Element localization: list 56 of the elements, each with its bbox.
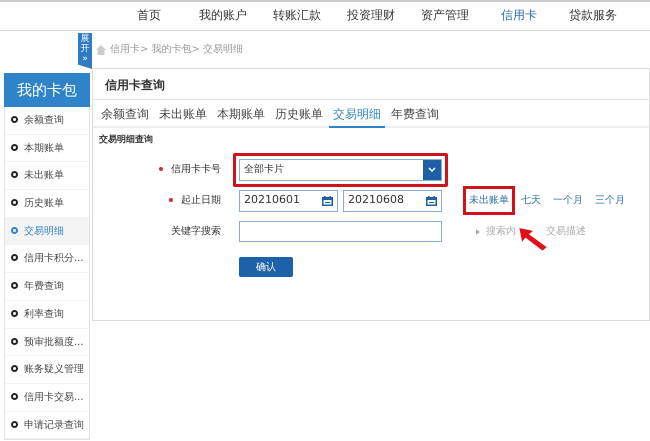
- calendar-icon[interactable]: [426, 196, 437, 206]
- bullet-icon: [11, 338, 18, 344]
- bullet-icon: [11, 116, 18, 123]
- bullet-icon: [11, 420, 18, 428]
- tab[interactable]: 本期账单: [213, 102, 269, 128]
- breadcrumb: 信用卡> 我的卡包> 交易明细: [110, 42, 244, 57]
- tab[interactable]: 历史账单: [271, 102, 327, 128]
- nav-item[interactable]: 信用卡: [482, 2, 556, 30]
- range-link[interactable]: 未出账单: [463, 186, 515, 215]
- sidebar-item[interactable]: 本期账单: [5, 134, 89, 162]
- tab[interactable]: 年费查询: [387, 102, 443, 128]
- tab[interactable]: 交易明细: [329, 102, 385, 128]
- calendar-icon[interactable]: [322, 196, 333, 206]
- bullet-icon: [11, 310, 18, 317]
- tab[interactable]: 余额查询: [97, 102, 153, 128]
- nav-item[interactable]: 转账汇款: [260, 2, 334, 30]
- bullet-icon: [11, 171, 18, 178]
- keyword-field[interactable]: [239, 221, 442, 242]
- section-title: 交易明细查询: [98, 133, 154, 147]
- sidebar-item[interactable]: 预审批额度...: [5, 328, 89, 356]
- expand-icon: [476, 228, 480, 234]
- bullet-icon: [11, 365, 18, 372]
- sidebar-item[interactable]: 利率查询: [5, 300, 89, 328]
- hint-text: 交易描述: [546, 224, 586, 239]
- range-link[interactable]: 七天: [515, 186, 547, 215]
- bullet-icon: [11, 226, 18, 234]
- panel-title: 信用卡查询: [93, 69, 649, 100]
- nav-item[interactable]: 我的账户: [186, 2, 260, 30]
- expand-tab[interactable]: 展开 »: [78, 33, 92, 69]
- card-select[interactable]: 全部卡片: [239, 158, 442, 180]
- nav-item[interactable]: 首页: [112, 2, 186, 30]
- bullet-icon: [11, 282, 18, 290]
- bullet-icon: [11, 254, 18, 262]
- range-link[interactable]: 三个月: [589, 186, 631, 215]
- sidebar-item[interactable]: 未出账单: [5, 162, 89, 190]
- sidebar-item[interactable]: 账务疑义管理: [5, 356, 89, 384]
- end-date-field[interactable]: 20210608: [343, 190, 442, 212]
- nav-item[interactable]: 投资理财: [334, 2, 408, 30]
- nav-item[interactable]: 资产管理: [408, 2, 482, 30]
- range-link[interactable]: 一个月: [547, 186, 589, 215]
- sidebar-item[interactable]: 年费查询: [5, 273, 89, 301]
- bullet-icon: [11, 144, 18, 151]
- caret-icon: [423, 160, 441, 180]
- sidebar-item[interactable]: 余额查询: [5, 107, 89, 135]
- bullet-icon: [11, 199, 18, 206]
- sidebar-item[interactable]: 信用卡交易...: [5, 384, 89, 412]
- sidebar-item[interactable]: 交易明细: [5, 218, 89, 246]
- confirm-button[interactable]: 确认: [239, 257, 293, 277]
- tab[interactable]: 未出账单: [155, 102, 211, 128]
- hint-text: 搜索内: [486, 224, 516, 239]
- nav-item[interactable]: 贷款服务: [556, 2, 630, 30]
- bullet-icon: [11, 392, 18, 400]
- sidebar-item[interactable]: 信用卡积分...: [5, 245, 89, 274]
- sidebar-item[interactable]: 申请记录查询: [5, 412, 89, 440]
- sidebar-title: 我的卡包: [4, 73, 90, 107]
- start-date-field[interactable]: 20210601: [239, 190, 338, 212]
